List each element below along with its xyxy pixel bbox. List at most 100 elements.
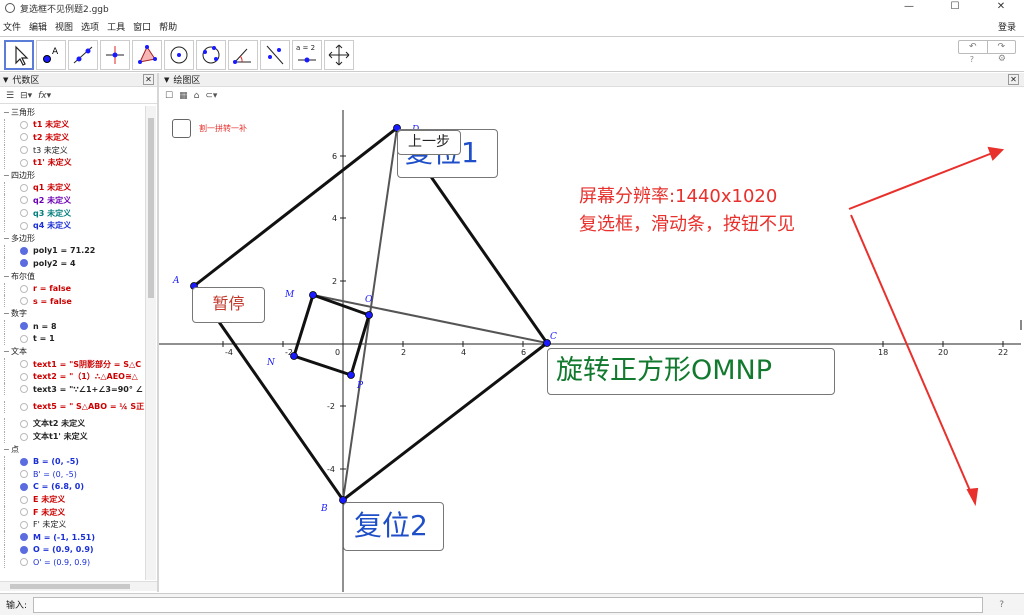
list-item[interactable]: t3 未定义: [0, 144, 145, 157]
help-icon[interactable]: ?: [970, 55, 974, 64]
visibility-toggle-icon[interactable]: [20, 120, 28, 129]
minus-icon[interactable]: −: [3, 108, 11, 117]
function-icon[interactable]: fx▾: [38, 91, 51, 101]
menu-lines-icon[interactable]: ☰: [6, 91, 14, 101]
maximize-button[interactable]: ☐: [932, 0, 978, 16]
pause-button[interactable]: 暂停: [192, 287, 265, 323]
list-item[interactable]: q2 未定义: [0, 194, 145, 207]
visibility-toggle-icon[interactable]: [20, 470, 28, 479]
visibility-toggle-icon[interactable]: [20, 183, 28, 192]
algebra-vertical-scrollbar[interactable]: [145, 106, 156, 580]
visibility-toggle-icon[interactable]: [20, 158, 28, 167]
list-item[interactable]: C = (6.8, 0): [0, 480, 145, 494]
point-capture-icon[interactable]: ⊂▾: [205, 91, 217, 101]
list-item[interactable]: F 未定义: [0, 506, 145, 519]
minus-icon[interactable]: −: [3, 171, 11, 180]
minus-icon[interactable]: −: [3, 234, 11, 243]
list-item[interactable]: M = (-1, 1.51): [0, 531, 145, 544]
list-item[interactable]: q4 未定义: [0, 219, 145, 232]
move-graphics-tool-button[interactable]: [324, 40, 354, 70]
visibility-toggle-icon[interactable]: [20, 545, 28, 554]
visibility-toggle-icon[interactable]: [20, 372, 28, 381]
input-help-icon[interactable]: ?: [999, 600, 1004, 610]
undo-button[interactable]: ↶: [959, 41, 987, 53]
visibility-toggle-icon[interactable]: [20, 334, 28, 343]
grid-toggle-icon[interactable]: ▦: [179, 91, 188, 101]
gear-icon[interactable]: ⚙: [998, 54, 1006, 64]
list-item[interactable]: s = false: [0, 295, 145, 308]
minus-icon[interactable]: −: [3, 272, 11, 281]
visibility-toggle-icon[interactable]: [20, 508, 28, 517]
login-button[interactable]: 登录: [998, 20, 1016, 33]
menu-file[interactable]: 文件: [3, 20, 21, 33]
visibility-toggle-icon[interactable]: [20, 297, 28, 306]
list-item[interactable]: q3 未定义: [0, 207, 145, 220]
list-item[interactable]: text3 = "∵∠1+∠3=90° ∠: [0, 383, 145, 396]
minus-icon[interactable]: −: [3, 309, 11, 318]
list-item[interactable]: t1' 未定义: [0, 156, 145, 169]
list-item[interactable]: F' 未定义: [0, 518, 145, 531]
right-edge-handle[interactable]: [1020, 320, 1024, 330]
point-tool-button[interactable]: A: [36, 40, 66, 70]
visibility-toggle-icon[interactable]: [20, 322, 28, 331]
group-header[interactable]: − 多边形: [0, 232, 145, 245]
minimize-button[interactable]: —: [886, 0, 932, 16]
input-field[interactable]: [33, 596, 984, 613]
algebra-horizontal-scrollbar[interactable]: [0, 581, 157, 591]
visibility-toggle-icon[interactable]: [20, 133, 28, 142]
list-item[interactable]: text1 = "S阴影部分 = S△C: [0, 358, 145, 371]
visibility-toggle-icon[interactable]: [20, 209, 28, 218]
visibility-toggle-icon[interactable]: [20, 196, 28, 205]
visibility-toggle-icon[interactable]: [20, 360, 28, 369]
visibility-toggle-icon[interactable]: [20, 385, 28, 394]
reset2-button[interactable]: 复位2: [343, 502, 444, 551]
visibility-toggle-icon[interactable]: [20, 221, 28, 230]
list-item[interactable]: O' = (0.9, 0.9): [0, 556, 145, 569]
list-item[interactable]: poly2 = 4: [0, 257, 145, 270]
list-item[interactable]: B' = (0, -5): [0, 468, 145, 481]
menu-edit[interactable]: 编辑: [29, 20, 47, 33]
collapse-arrow-icon[interactable]: ▼: [3, 76, 8, 84]
minus-icon[interactable]: −: [3, 445, 11, 454]
list-item[interactable]: t1 未定义: [0, 118, 145, 132]
graphics-canvas[interactable]: -4 -2 0 2 4 6 18 20 22 6 4 2 -2 -4 A B C…: [159, 105, 1024, 592]
group-header[interactable]: − 文本: [0, 345, 145, 358]
slider-tool-button[interactable]: a = 2: [292, 40, 322, 70]
checkbox[interactable]: [172, 119, 191, 138]
ellipse-tool-button[interactable]: [196, 40, 226, 70]
visibility-toggle-icon[interactable]: [20, 402, 28, 411]
menu-tools[interactable]: 工具: [107, 20, 125, 33]
list-item[interactable]: text2 = "（1）∴△AEO≅△: [0, 370, 145, 383]
perpendicular-tool-button[interactable]: [100, 40, 130, 70]
list-item[interactable]: r = false: [0, 282, 145, 295]
move-tool-button[interactable]: [4, 40, 34, 70]
axes-toggle-icon[interactable]: ☐: [165, 91, 173, 101]
list-item[interactable]: t = 1: [0, 332, 145, 346]
close-algebra-view-button[interactable]: ✕: [143, 74, 154, 85]
visibility-toggle-icon[interactable]: [20, 495, 28, 504]
collapse-arrow-icon[interactable]: ▼: [164, 76, 169, 84]
visibility-toggle-icon[interactable]: [20, 259, 28, 268]
visibility-toggle-icon[interactable]: [20, 482, 28, 491]
group-header[interactable]: − 三角形: [0, 106, 145, 119]
list-item[interactable]: q1 未定义: [0, 181, 145, 195]
visibility-toggle-icon[interactable]: [20, 419, 28, 428]
minus-icon[interactable]: −: [3, 347, 11, 356]
visibility-toggle-icon[interactable]: [20, 533, 28, 542]
polygon-tool-button[interactable]: [132, 40, 162, 70]
sort-icon[interactable]: ⊟▾: [20, 91, 32, 101]
angle-tool-button[interactable]: [228, 40, 258, 70]
group-header[interactable]: − 点: [0, 443, 145, 456]
group-header[interactable]: − 布尔值: [0, 270, 145, 283]
menu-window[interactable]: 窗口: [133, 20, 151, 33]
list-item[interactable]: n = 8: [0, 320, 145, 333]
menu-options[interactable]: 选项: [81, 20, 99, 33]
line-tool-button[interactable]: [68, 40, 98, 70]
reflect-tool-button[interactable]: [260, 40, 290, 70]
list-item[interactable]: t2 未定义: [0, 131, 145, 144]
visibility-toggle-icon[interactable]: [20, 558, 28, 567]
list-item[interactable]: poly1 = 71.22: [0, 244, 145, 258]
redo-button[interactable]: ↷: [986, 41, 1016, 53]
visibility-toggle-icon[interactable]: [20, 457, 28, 466]
visibility-toggle-icon[interactable]: [20, 284, 28, 293]
